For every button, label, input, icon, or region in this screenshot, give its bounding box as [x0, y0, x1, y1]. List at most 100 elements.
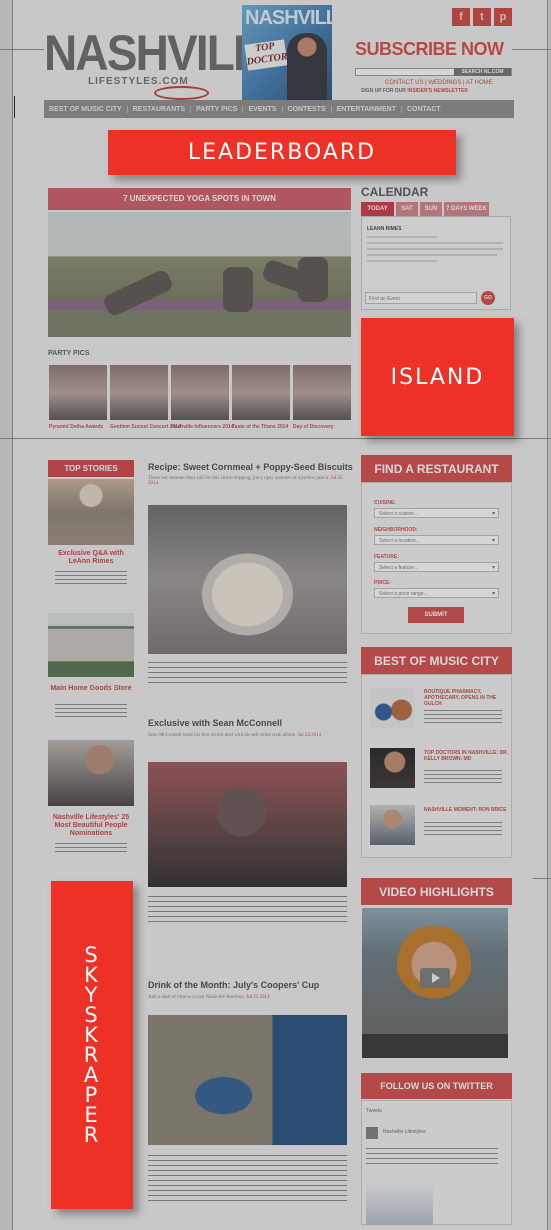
article-title[interactable]: Exclusive with Sean McConnell — [148, 718, 282, 728]
play-icon[interactable] — [420, 968, 450, 988]
tab-7-days[interactable]: 7 DAYS WEEK — [444, 202, 489, 216]
text-line — [367, 254, 497, 256]
signup-link[interactable]: INSIDER'S NEWSLETTER — [407, 88, 468, 94]
cover-banner: TOP DOCTORS — [244, 39, 294, 71]
magazine-cover[interactable]: NASHVILLE TOP DOCTORS — [242, 5, 332, 100]
story-title[interactable]: Main Home Goods Store — [48, 685, 134, 693]
party-thumb[interactable] — [49, 365, 107, 420]
feature-select[interactable]: Select a feature... — [374, 562, 499, 572]
article-excerpt — [148, 662, 347, 686]
best-of-image[interactable] — [370, 805, 415, 845]
nav-contests[interactable]: CONTESTS — [283, 105, 332, 113]
cuisine-select[interactable]: Select a cuisine... — [374, 508, 499, 518]
article-title[interactable]: Drink of the Month: July's Coopers' Cup — [148, 980, 319, 990]
skyscraper-letter: Y — [84, 983, 100, 1007]
story-title[interactable]: Nashville Lifestyles' 25 Most Beautiful … — [48, 814, 134, 838]
calendar-event-title[interactable]: LEANN RIMES — [367, 226, 401, 232]
article-excerpt — [148, 896, 347, 926]
nav-restaurants[interactable]: RESTAURANTS — [128, 105, 192, 113]
party-thumb[interactable] — [110, 365, 168, 420]
rule-lower-right — [533, 878, 551, 879]
restaurant-submit-button[interactable]: SUBMIT — [408, 607, 464, 623]
best-of-image[interactable] — [370, 688, 415, 728]
best-of-item-text — [424, 770, 502, 785]
hero-title[interactable]: 7 UNEXPECTED YOGA SPOTS IN TOWN — [48, 188, 351, 210]
yoga-person — [298, 257, 328, 302]
event-search-input[interactable]: Find an Event — [365, 292, 477, 304]
video-controls[interactable] — [362, 1034, 508, 1058]
party-caption[interactable]: Nashville Influencers 2014 — [171, 424, 234, 430]
best-of-image[interactable] — [370, 748, 415, 788]
best-of-item-title[interactable]: TOP DOCTORS IN NASHVILLE: DR. KELLY BROW… — [424, 750, 509, 762]
story-text — [55, 571, 127, 585]
article-title[interactable]: Recipe: Sweet Cornmeal + Poppy-Seed Bisc… — [148, 462, 353, 472]
subscribe-link[interactable]: SUBSCRIBE NOW — [355, 39, 504, 60]
nav-events[interactable]: EVENTS — [243, 105, 283, 113]
price-label: PRICE: — [374, 580, 391, 586]
newsletter-signup[interactable]: SIGN UP FOR OUR INSIDER'S NEWSLETTER — [361, 88, 468, 94]
story-title[interactable]: Exclusive Q&A with LeAnn Rimes — [48, 550, 134, 566]
yoga-person — [223, 267, 253, 312]
social-links: f t p — [452, 8, 512, 26]
party-thumb[interactable] — [232, 365, 290, 420]
twitter-account[interactable]: Nashville Lifestyles — [383, 1129, 426, 1135]
party-caption[interactable]: Taste of the Titans 2014 — [232, 424, 288, 430]
neighborhood-select[interactable]: Select a location... — [374, 535, 499, 545]
best-of-item-title[interactable]: BOUTIQUE PHARMACY, APOTHECARY, OPENS IN … — [424, 689, 509, 707]
tweet-text — [366, 1148, 498, 1168]
skyscraper-letter: E — [84, 1103, 100, 1127]
event-search-go[interactable]: GO — [481, 291, 495, 305]
story-text — [55, 704, 127, 718]
nav-best-of-music-city[interactable]: BEST OF MUSIC CITY — [44, 105, 128, 113]
nav-entertainment[interactable]: ENTERTAINMENT — [332, 105, 402, 113]
utility-links[interactable]: CONTACT US | WEDDINGS | AT HOME — [385, 80, 493, 86]
party-thumb[interactable] — [171, 365, 229, 420]
leaderboard-label: LEADERBOARD — [187, 140, 377, 165]
party-thumb[interactable] — [293, 365, 351, 420]
site-search-button[interactable]: SEARCH NL.COM — [454, 68, 511, 76]
article-image-musician[interactable] — [148, 762, 347, 887]
cuisine-label: CUISINE: — [374, 500, 396, 506]
story-image[interactable] — [48, 479, 134, 545]
island-label: ISLAND — [390, 364, 485, 390]
tab-today[interactable]: TODAY — [361, 202, 394, 216]
article-summary-text: Add a dash of lime to a cool Nashville B… — [148, 995, 245, 1000]
leaderboard-ad: LEADERBOARD — [108, 130, 456, 175]
signup-text: SIGN UP FOR OUR — [361, 88, 406, 94]
article-image-drink[interactable] — [148, 1015, 347, 1145]
article-excerpt — [148, 1155, 347, 1203]
story-image[interactable] — [48, 740, 134, 806]
pinterest-icon[interactable]: p — [494, 8, 512, 26]
video-player[interactable] — [362, 908, 508, 1058]
story-image[interactable] — [48, 613, 134, 677]
text-line — [367, 242, 503, 244]
skyscraper-letter: A — [83, 1063, 101, 1087]
island-ad: ISLAND — [361, 318, 514, 436]
tab-sun[interactable]: SUN — [420, 202, 442, 216]
logo-swoosh-icon — [154, 86, 209, 100]
neighborhood-label: NEIGHBORHOOD: — [374, 527, 418, 533]
text-line — [367, 248, 503, 250]
calendar-title: CALENDAR — [361, 185, 429, 199]
party-caption[interactable]: Day of Discovery — [293, 424, 334, 430]
hero-image[interactable] — [48, 212, 351, 337]
best-of-item-title[interactable]: NASHVILLE MOMENT: RON BRICE — [424, 807, 509, 813]
article-image-biscuits[interactable] — [148, 505, 347, 654]
nav-party-pics[interactable]: PARTY PICS — [191, 105, 244, 113]
party-caption[interactable]: Pyramid Detha Awards — [49, 424, 103, 430]
rule-left — [0, 49, 44, 50]
skyscraper-letter: K — [84, 963, 100, 987]
nav-contact[interactable]: CONTACT — [402, 106, 446, 113]
article-summary-text: These hot summer days call for this citr… — [148, 476, 330, 481]
tweet-image[interactable] — [366, 1180, 433, 1225]
find-restaurant-title: FIND A RESTAURANT — [361, 455, 512, 482]
tab-sat[interactable]: SAT — [396, 202, 418, 216]
site-logo[interactable]: NASHVILLE LIFESTYLES.COM — [44, 28, 290, 100]
price-select[interactable]: Select a price range... — [374, 588, 499, 598]
cover-banner-text: TOP DOCTORS — [246, 40, 294, 68]
yoga-person — [101, 268, 175, 318]
twitter-icon[interactable]: t — [473, 8, 491, 26]
skyscraper-letter: S — [84, 943, 100, 967]
facebook-icon[interactable]: f — [452, 8, 470, 26]
party-pics-title: PARTY PICS — [48, 350, 90, 357]
